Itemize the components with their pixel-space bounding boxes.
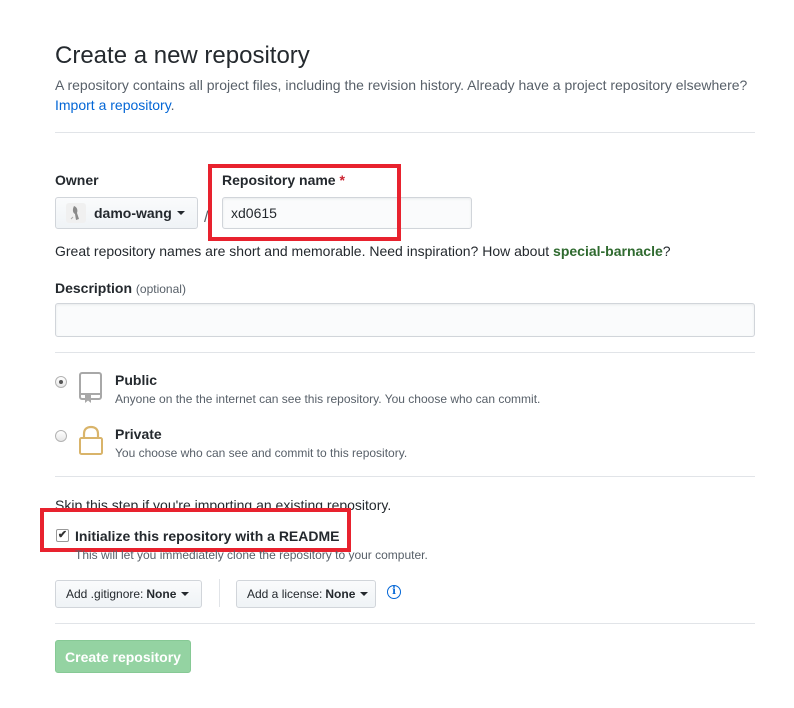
owner-name: damo-wang [94, 205, 172, 221]
public-radio[interactable] [55, 376, 67, 388]
import-repository-link[interactable]: Import a repository [55, 97, 171, 113]
hint-suffix: ? [662, 243, 671, 259]
chevron-down-icon [176, 211, 185, 215]
chevron-down-icon [360, 592, 369, 596]
optional-tag: (optional) [135, 282, 186, 296]
info-icon[interactable]: i [387, 585, 401, 599]
license-dropdown[interactable]: Add a license: None [236, 580, 376, 608]
license-label: Add a license: [247, 587, 323, 601]
divider-top [55, 132, 755, 133]
private-title: Private [115, 426, 162, 442]
private-radio[interactable] [55, 430, 67, 442]
options-divider [219, 579, 220, 607]
readme-checkbox[interactable]: ✔ [56, 529, 69, 542]
description-input[interactable] [55, 303, 755, 337]
import-period: . [170, 97, 175, 113]
divider-bottom [55, 623, 755, 624]
divider-visibility [55, 352, 755, 353]
license-value: None [325, 587, 356, 601]
name-hint: Great repository names are short and mem… [55, 243, 671, 259]
gitignore-dropdown[interactable]: Add .gitignore: None [55, 580, 202, 608]
name-suggestion-link[interactable]: special-barnacle [553, 243, 663, 259]
lock-icon [78, 425, 104, 462]
readme-label[interactable]: Initialize this repository with a README [75, 528, 339, 544]
owner-dropdown[interactable]: damo-wang [55, 197, 198, 229]
import-line: Import a repository. [55, 97, 175, 113]
public-description: Anyone on the the internet can see this … [115, 392, 541, 406]
divider-init [55, 476, 755, 477]
description-label: Description (optional) [55, 280, 186, 296]
hint-prefix: Great repository names are short and mem… [55, 243, 554, 259]
annotation-box-repository-name [208, 164, 401, 241]
readme-description: This will let you immediately clone the … [75, 548, 428, 562]
public-title: Public [115, 372, 158, 388]
owner-label: Owner [55, 172, 99, 188]
avatar-figure-icon [70, 206, 79, 220]
gitignore-value: None [146, 587, 177, 601]
chevron-down-icon [181, 592, 190, 596]
page-subtitle: A repository contains all project files,… [55, 77, 748, 93]
description-label-text: Description [55, 280, 133, 296]
gitignore-label: Add .gitignore: [66, 587, 144, 601]
private-description: You choose who can see and commit to thi… [115, 446, 408, 460]
avatar [66, 203, 86, 223]
create-repository-button[interactable]: Create repository [55, 640, 191, 673]
repo-icon [78, 372, 104, 409]
page-title: Create a new repository [55, 42, 310, 69]
